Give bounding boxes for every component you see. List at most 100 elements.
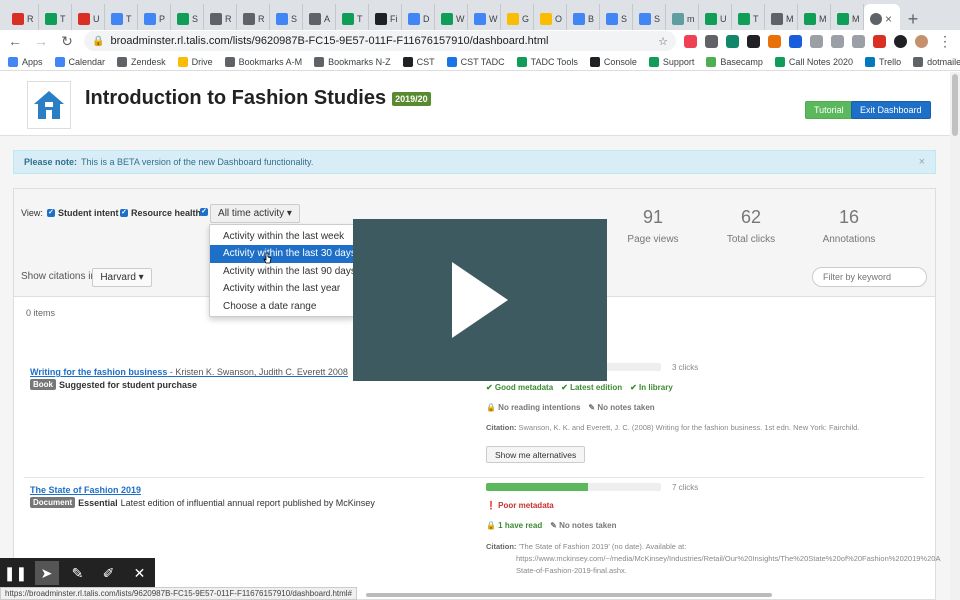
activity-range-option[interactable]: Activity within the last 30 days [210,245,356,263]
tab-label: S [621,14,628,24]
reload-button[interactable]: ↻ [58,33,76,50]
tab-favicon-icon [408,13,420,25]
clicks-bar [486,483,661,491]
item-title-link[interactable]: The State of Fashion 2019 [30,485,141,495]
browser-toolbar: ← → ↻ 🔒 broadminster.rl.talis.com/lists/… [0,30,960,52]
bookmark-item[interactable]: CST [402,56,435,67]
tab-favicon-icon [771,13,783,25]
tab-label: U [93,14,100,24]
citation-url[interactable]: https://www.mckinsey.com/~/media/McKinse… [486,554,940,563]
activity-range-option[interactable]: Activity within the last 90 days [210,263,356,280]
bookmark-label: Apps [22,56,43,67]
play-icon [452,262,508,338]
tab-favicon-icon [804,13,816,25]
address-bar[interactable]: 🔒 broadminster.rl.talis.com/lists/962098… [84,31,676,51]
extension-grey3-icon[interactable] [852,34,865,48]
bookmark-item[interactable]: Console [589,56,637,67]
bookmark-icon [648,56,659,67]
back-button[interactable]: ← [6,33,24,49]
extension-circle-icon[interactable] [894,34,907,48]
show-alternatives-button[interactable]: Show me alternatives [486,446,586,463]
activity-range-option[interactable]: Activity within the last year [210,280,354,297]
student-intent-toggle[interactable]: ✓ Student intent [47,208,119,218]
extension-megaphone-icon[interactable] [768,34,781,48]
pen-icon[interactable]: ✎ [66,561,90,585]
bookmark-item[interactable]: Bookmarks N-Z [314,56,391,67]
item-title-link[interactable]: Writing for the fashion business - Krist… [30,367,348,377]
tab-label: R [225,14,232,24]
extension-dashlane-icon[interactable] [726,34,739,48]
bookmark-item[interactable]: Drive [177,56,213,67]
bookmark-label: TADC Tools [530,56,578,67]
checkbox-checked-icon: ✓ [47,209,55,217]
clicks-bar-fill [486,483,588,491]
bookmark-item[interactable]: Basecamp [706,56,763,67]
pointer-icon[interactable]: ➤ [34,561,59,585]
scrollbar-thumb[interactable] [952,74,958,136]
keyword-filter-input[interactable] [812,267,927,287]
profile-avatar[interactable] [915,34,928,48]
extension-grey-icon[interactable] [810,34,823,48]
highlighter-icon[interactable]: ✐ [97,561,121,585]
bookmark-icon [516,56,527,67]
bookmark-item[interactable]: Support [648,56,694,67]
bookmark-label: Console [603,56,637,67]
close-tab-icon[interactable]: × [885,12,892,26]
extension-g-icon[interactable] [705,34,718,48]
bookmark-item[interactable]: CST TADC [446,56,505,67]
bookmark-item[interactable]: Calendar [54,56,105,67]
stat-value: 16 [838,207,860,227]
resource-health-toggle[interactable]: ✓ Resource health [120,208,201,218]
metadata-good: ✔ Good metadata [486,383,554,392]
star-icon[interactable]: ☆ [658,35,668,48]
item-importance-note: Essential [78,497,118,508]
list-title: Introduction to Fashion Studies [85,87,387,109]
metadata-poor: ❗ Poor metadata [486,501,554,510]
exit-dashboard-button[interactable]: Exit Dashboard [851,101,931,119]
citation-label: Citation: [486,423,517,432]
pause-icon[interactable]: ❚❚ [4,561,28,585]
student-intent-status: 🔒 No reading intentions ✎ No notes taken [486,403,655,412]
extension-red-icon[interactable] [873,34,886,48]
bookmark-item[interactable]: Trello [864,56,901,67]
close-icon[interactable]: ✕ [128,561,152,585]
scrollbar-thumb[interactable] [366,593,772,597]
bookmarks-bar: Apps Calendar Zendesk Drive Bookmarks A-M Boo… [0,53,960,71]
activity-range-option[interactable]: Choose a date range [210,298,354,315]
bookmark-item[interactable]: Bookmarks A-M [224,56,302,67]
bookmark-icon [54,56,65,67]
tab-favicon-icon [45,13,57,25]
bookmark-item[interactable]: Zendesk [117,56,166,67]
clicks-count: 7 clicks [672,483,699,492]
bookmark-item[interactable]: Call Notes 2020 [774,56,853,67]
citation-style-dropdown[interactable]: Harvard ▾ [92,268,152,287]
menu-kebab-icon[interactable]: ⋮ [936,33,954,50]
tab-favicon-icon [375,13,387,25]
extension-feedly-icon[interactable] [747,34,760,48]
bookmark-icon [314,56,325,67]
extension-pocket-icon[interactable] [684,34,697,48]
bookmark-icon [446,56,457,67]
bookmark-item[interactable]: TADC Tools [516,56,578,67]
tab-label: O [555,14,563,24]
tab-favicon-icon [540,13,552,25]
activity-toggle[interactable]: ✓ [200,208,208,216]
home-logo-icon[interactable] [27,81,71,129]
close-icon[interactable]: × [919,156,925,168]
activity-range-option[interactable]: Activity within the last week [210,228,354,245]
bookmark-icon [402,56,413,67]
forward-button[interactable]: → [32,33,50,49]
bookmark-label: dotmailer [927,56,960,67]
bookmark-item[interactable]: dotmailer [913,56,960,67]
tab-label: B [588,14,595,24]
activity-range-dropdown[interactable]: All time activity ▾ [210,204,300,223]
horizontal-scrollbar[interactable] [360,592,950,598]
vertical-scrollbar[interactable] [950,72,960,600]
extension-grey2-icon[interactable] [831,34,844,48]
extension-bitwarden-icon[interactable] [789,34,802,48]
browser-tab-strip: R T U T P S R R S A T Fi D W W G O B S Sm U T M M M × + [0,0,960,34]
video-play-overlay[interactable] [353,219,607,381]
tutorial-button[interactable]: Tutorial [805,101,853,119]
bookmark-item[interactable]: Apps [8,56,43,67]
metadata-status: ❗ Poor metadata [486,501,554,510]
